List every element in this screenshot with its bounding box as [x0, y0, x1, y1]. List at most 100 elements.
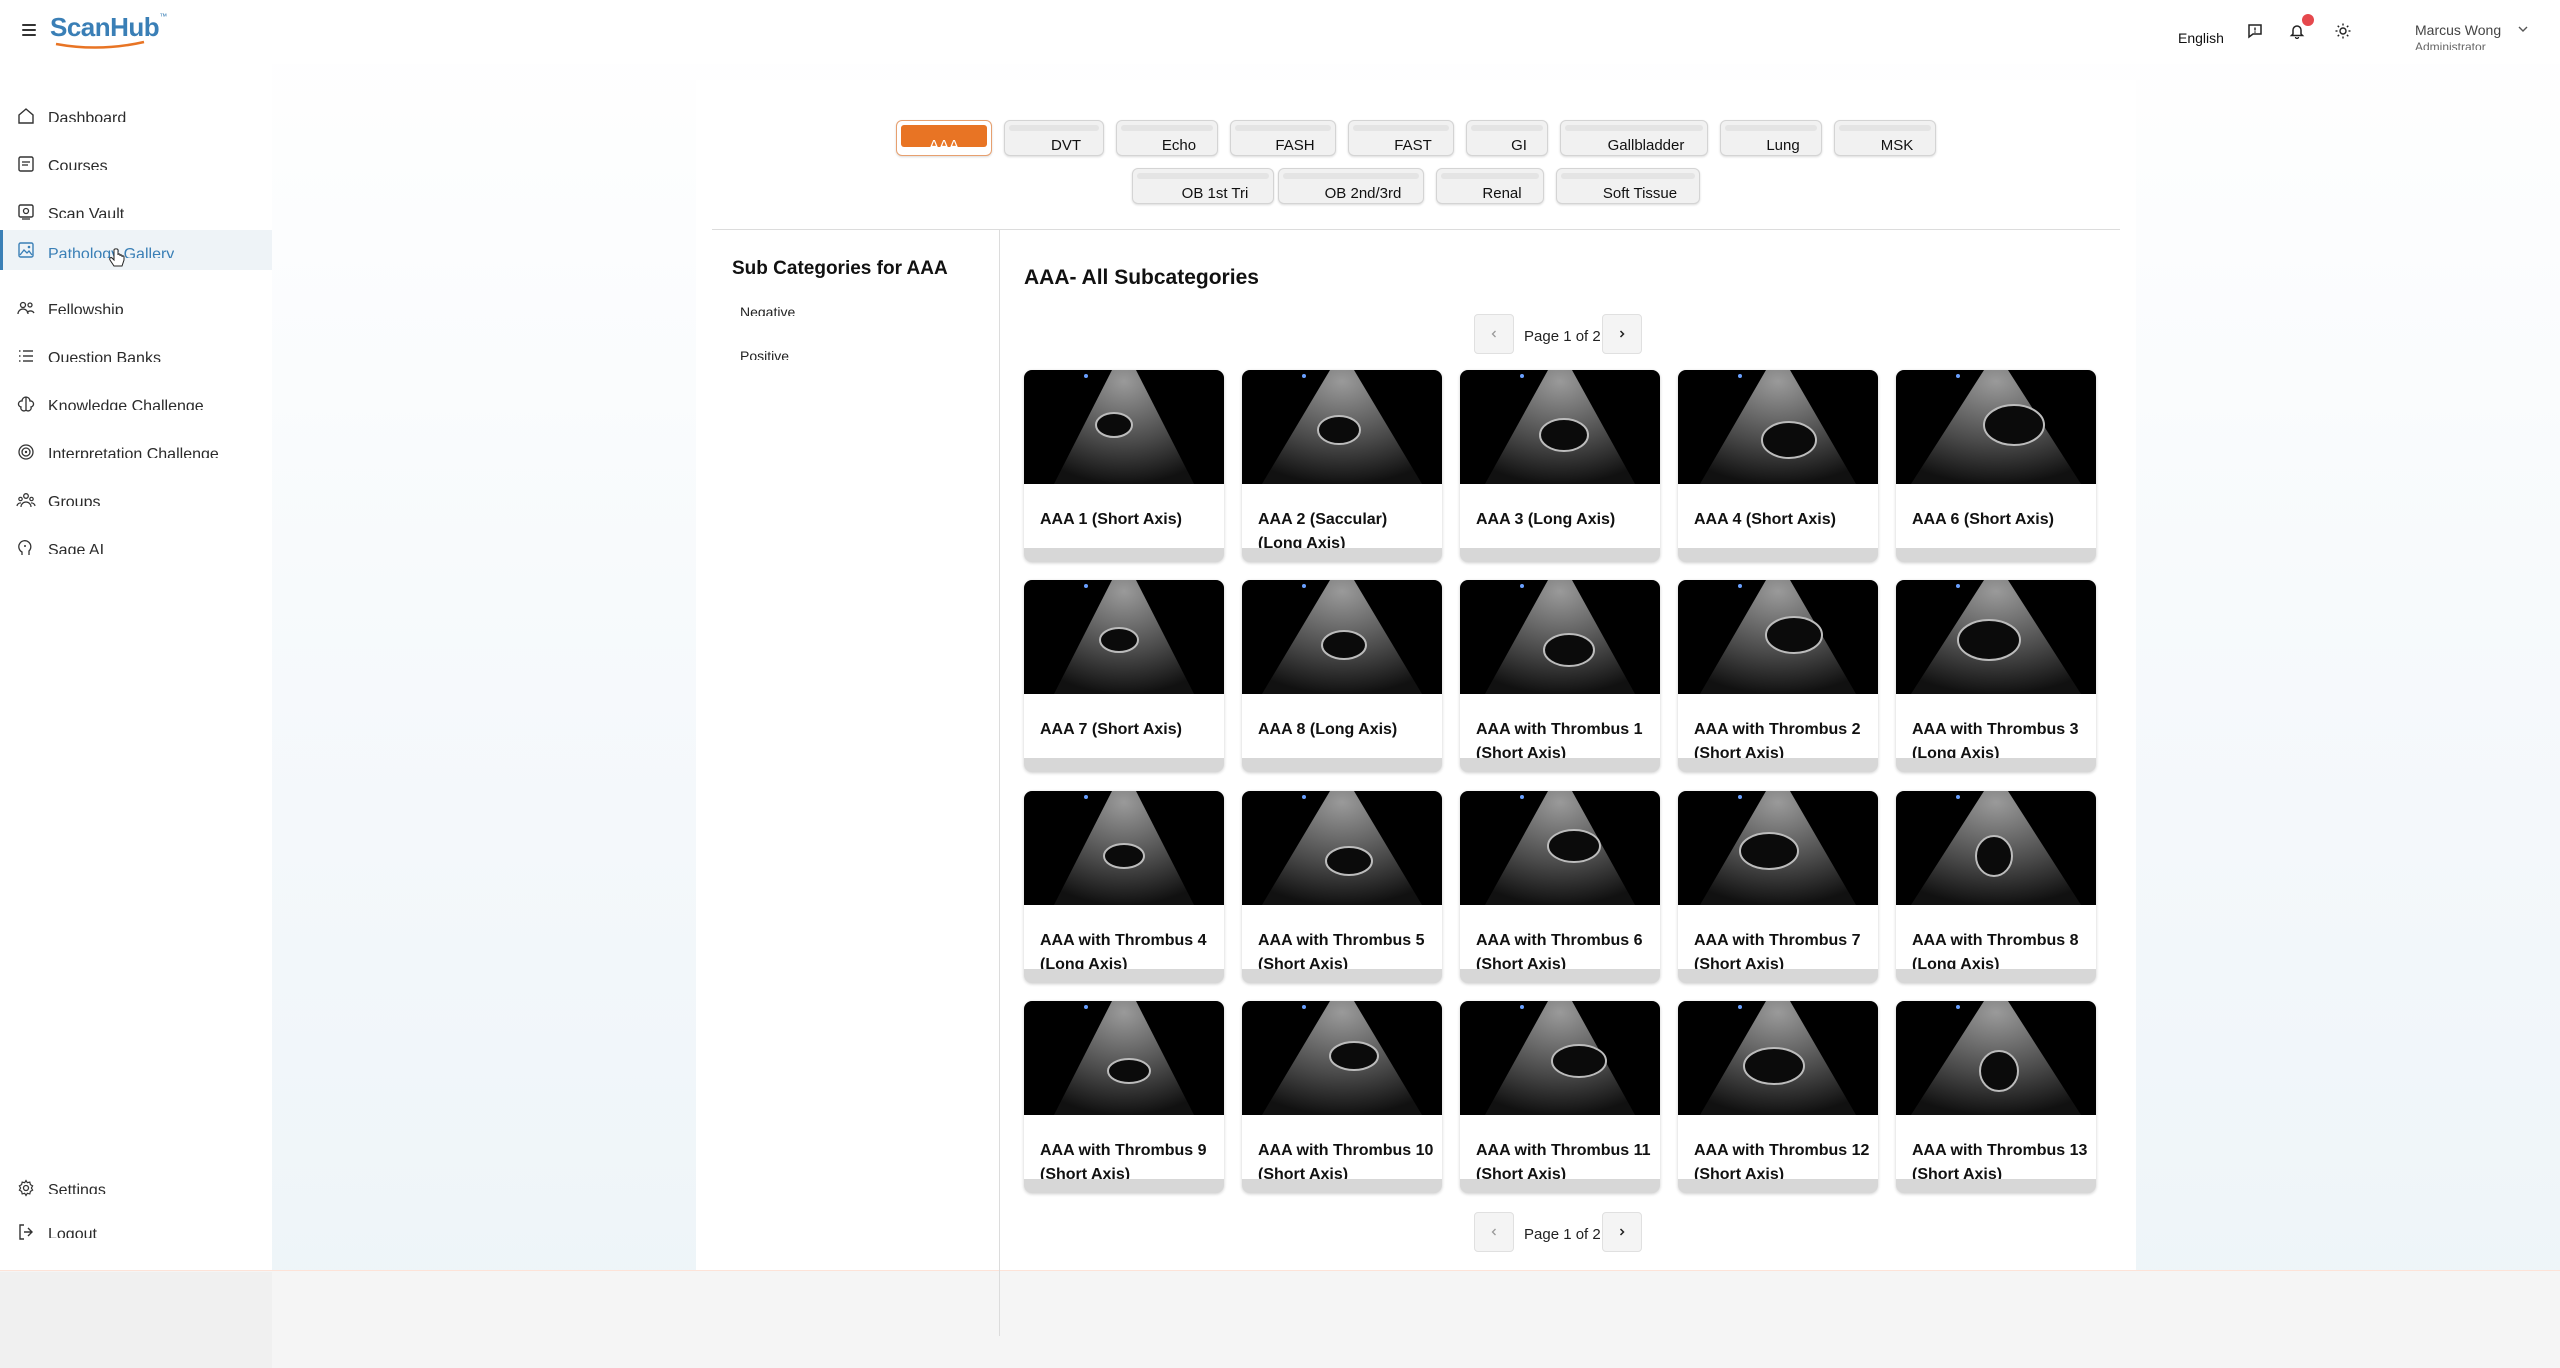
notification-badge	[2302, 14, 2314, 26]
tile-body: AAA with Thrombus 2 (Short Axis)	[1678, 694, 1878, 758]
sidebar-item-groups[interactable]: Groups	[0, 482, 272, 522]
gallery-tile[interactable]: AAA with Thrombus 2 (Short Axis)	[1678, 580, 1878, 772]
user-name[interactable]: Marcus Wong	[2415, 22, 2501, 38]
theme-sun-icon[interactable]	[2332, 20, 2354, 42]
next-page-button[interactable]	[1602, 1212, 1642, 1252]
sidebar-item-knowledge-challenge[interactable]: Knowledge Challenge	[0, 386, 272, 426]
sidebar-item-logout[interactable]: Logout	[0, 1214, 272, 1254]
sidebar-item-courses[interactable]: Courses	[0, 146, 272, 186]
menu-icon[interactable]	[22, 24, 36, 36]
category-button-renal[interactable]: Renal	[1436, 168, 1544, 204]
previous-page-button[interactable]	[1474, 314, 1514, 354]
tile-label: AAA with Thrombus 6 (Short Axis)	[1476, 932, 1643, 969]
category-button-ob-2nd-3rd[interactable]: OB 2nd/3rd	[1278, 168, 1424, 204]
ai-head-icon	[18, 540, 32, 555]
scanhub-logo[interactable]: ScanHub™	[50, 12, 167, 52]
gallery-tile[interactable]: AAA with Thrombus 9 (Short Axis)	[1024, 1001, 1224, 1193]
ultrasound-thumbnail	[1460, 370, 1660, 484]
probe-marker-icon	[1520, 374, 1524, 378]
probe-marker-icon	[1956, 795, 1960, 799]
gallery-tile[interactable]: AAA 4 (Short Axis)	[1678, 370, 1878, 562]
gallery-icon	[18, 242, 34, 258]
category-button-gi[interactable]: GI	[1466, 120, 1548, 156]
subcategory-negative[interactable]: Negative	[740, 304, 795, 316]
sidebar-item-settings[interactable]: Settings	[0, 1170, 272, 1210]
subcategory-positive[interactable]: Positive	[740, 348, 789, 360]
gallery-tile[interactable]: AAA with Thrombus 6 (Short Axis)	[1460, 791, 1660, 983]
gallery-tile[interactable]: AAA with Thrombus 8 (Long Axis)	[1896, 791, 2096, 983]
category-button-highlight	[1839, 125, 1931, 131]
gallery-tile[interactable]: AAA with Thrombus 13 (Short Axis)	[1896, 1001, 2096, 1193]
category-button-soft-tissue[interactable]: Soft Tissue	[1556, 168, 1700, 204]
gallery-tile[interactable]: AAA with Thrombus 5 (Short Axis)	[1242, 791, 1442, 983]
sidebar-item-dashboard[interactable]: Dashboard	[0, 98, 272, 138]
logo-tm: ™	[159, 12, 168, 21]
category-label: OB 2nd/3rd	[1324, 185, 1402, 202]
category-button-gallbladder[interactable]: Gallbladder	[1560, 120, 1708, 156]
category-label: Lung	[1766, 137, 1800, 154]
gallery-tile[interactable]: AAA 6 (Short Axis)	[1896, 370, 2096, 562]
gallery-tile[interactable]: AAA 2 (Saccular) (Long Axis)	[1242, 370, 1442, 562]
sidebar-item-pathology-gallery[interactable]: Pathology Gallery	[0, 230, 272, 270]
bell-icon[interactable]	[2286, 14, 2314, 42]
category-button-echo[interactable]: Echo	[1116, 120, 1218, 156]
gallery-tile[interactable]: AAA 1 (Short Axis)	[1024, 370, 1224, 562]
chevron-down-icon[interactable]	[2518, 24, 2528, 34]
sidebar-item-interpretation-challenge[interactable]: Interpretation Challenge	[0, 434, 272, 474]
language-selector[interactable]: English	[2178, 30, 2224, 46]
sidebar-item-fellowship[interactable]: Fellowship	[0, 290, 272, 330]
sidebar-item-label: Groups	[48, 494, 101, 506]
ultrasound-thumbnail	[1460, 791, 1660, 905]
gallery-tile[interactable]: AAA with Thrombus 7 (Short Axis)	[1678, 791, 1878, 983]
gallery-tile[interactable]: AAA with Thrombus 3 (Long Axis)	[1896, 580, 2096, 772]
ultrasound-thumbnail	[1678, 580, 1878, 694]
sidebar-item-scan-vault[interactable]: Scan Vault	[0, 194, 272, 234]
ultrasound-thumbnail	[1896, 580, 2096, 694]
category-label: AAA	[928, 137, 959, 154]
tile-label: AAA with Thrombus 10 (Short Axis)	[1258, 1142, 1434, 1179]
sidebar: Dashboard Courses Scan Vault Pathology G…	[0, 64, 272, 1272]
gallery-tile[interactable]: AAA with Thrombus 11 (Short Axis)	[1460, 1001, 1660, 1193]
gallery-tile[interactable]: AAA 8 (Long Axis)	[1242, 580, 1442, 772]
previous-page-button[interactable]	[1474, 1212, 1514, 1252]
probe-marker-icon	[1084, 374, 1088, 378]
gallery-tile[interactable]: AAA 7 (Short Axis)	[1024, 580, 1224, 772]
people-icon	[17, 301, 35, 315]
tile-label: AAA with Thrombus 8 (Long Axis)	[1912, 932, 2079, 969]
sidebar-item-label: Interpretation Challenge	[48, 446, 219, 458]
category-label: Echo	[1161, 137, 1197, 154]
category-button-fash[interactable]: FASH	[1230, 120, 1336, 156]
category-button-fast[interactable]: FAST	[1348, 120, 1454, 156]
category-button-msk[interactable]: MSK	[1834, 120, 1936, 156]
tile-body: AAA 2 (Saccular) (Long Axis)	[1242, 484, 1442, 548]
gallery-tile[interactable]: AAA with Thrombus 12 (Short Axis)	[1678, 1001, 1878, 1193]
category-button-aaa[interactable]: AAA	[896, 120, 992, 156]
book-icon	[18, 156, 34, 172]
tile-label: AAA 4 (Short Axis)	[1694, 511, 1836, 528]
category-button-highlight	[1561, 173, 1695, 179]
gallery-tile[interactable]: AAA 3 (Long Axis)	[1460, 370, 1660, 562]
ultrasound-thumbnail	[1678, 1001, 1878, 1115]
next-page-button[interactable]	[1602, 314, 1642, 354]
category-button-lung[interactable]: Lung	[1720, 120, 1822, 156]
sidebar-item-label: Fellowship	[48, 302, 124, 314]
feedback-icon[interactable]	[2244, 20, 2266, 42]
sidebar-item-question-banks[interactable]: Question Banks	[0, 338, 272, 378]
sidebar-item-label: Courses	[48, 158, 108, 170]
probe-marker-icon	[1520, 795, 1524, 799]
user-role: Administrator	[2415, 40, 2486, 50]
category-button-dvt[interactable]: DVT	[1004, 120, 1104, 156]
category-button-ob-1st-tri[interactable]: OB 1st Tri	[1132, 168, 1274, 204]
category-label: Gallbladder	[1607, 137, 1685, 154]
sidebar-item-label: Logout	[48, 1226, 97, 1238]
category-label: MSK	[1880, 137, 1914, 154]
page-indicator: Page 1 of 2	[1524, 328, 1601, 345]
gallery-tile[interactable]: AAA with Thrombus 10 (Short Axis)	[1242, 1001, 1442, 1193]
chevron-right-icon	[1619, 1228, 1625, 1236]
logo-swoosh-icon	[55, 40, 145, 49]
category-button-highlight	[1009, 125, 1099, 131]
sidebar-item-sage-ai[interactable]: Sage AI	[0, 530, 272, 570]
gallery-tile[interactable]: AAA with Thrombus 1 (Short Axis)	[1460, 580, 1660, 772]
gear-icon	[18, 1179, 34, 1197]
gallery-tile[interactable]: AAA with Thrombus 4 (Long Axis)	[1024, 791, 1224, 983]
